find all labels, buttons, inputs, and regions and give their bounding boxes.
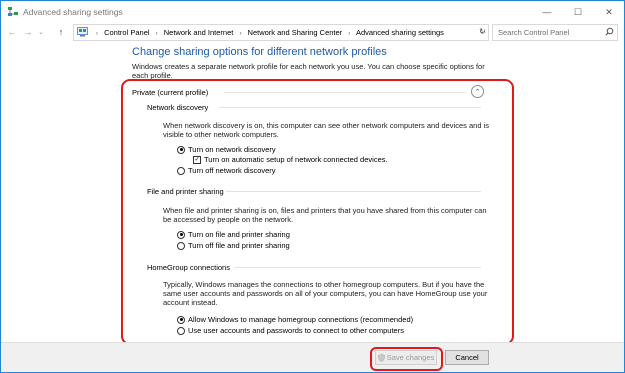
content-area: Change sharing options for different net… [1, 41, 624, 345]
breadcrumb-separator: › [96, 31, 98, 37]
search-icon[interactable] [605, 27, 614, 38]
minimize-button[interactable]: — [532, 1, 562, 23]
highlight-box [121, 79, 514, 345]
window-title: Advanced sharing settings [23, 7, 123, 17]
breadcrumb-separator: › [155, 31, 158, 37]
control-panel-icon [77, 27, 88, 39]
search-box[interactable]: Search Control Panel [492, 24, 618, 41]
window: Advanced sharing settings — ☐ ✕ ← → ⌄ ↑ … [0, 0, 625, 373]
breadcrumb-advanced-sharing-settings[interactable]: Advanced sharing settings [356, 28, 444, 37]
close-button[interactable]: ✕ [594, 1, 624, 23]
breadcrumb-separator: › [348, 31, 351, 37]
title-bar: Advanced sharing settings — ☐ ✕ [1, 1, 624, 23]
address-bar-row: ← → ⌄ ↑ › Control Panel › Network and In… [1, 23, 624, 41]
address-bar[interactable]: › Control Panel › Network and Internet ›… [73, 24, 489, 41]
breadcrumb: › Control Panel › Network and Internet ›… [92, 28, 444, 37]
breadcrumb-network-and-sharing-center[interactable]: Network and Sharing Center [248, 28, 343, 37]
page-title: Change sharing options for different net… [132, 46, 387, 58]
save-highlight-box [370, 347, 443, 371]
intro-text: Windows creates a separate network profi… [132, 62, 485, 80]
back-button[interactable]: ← [5, 25, 19, 39]
footer-bar: Save changes Cancel [1, 342, 624, 372]
breadcrumb-control-panel[interactable]: Control Panel [104, 28, 149, 37]
search-input[interactable]: Search Control Panel [498, 28, 569, 37]
forward-button[interactable]: → [21, 25, 35, 39]
breadcrumb-separator: › [239, 31, 242, 37]
breadcrumb-network-and-internet[interactable]: Network and Internet [164, 28, 234, 37]
recent-locations-button[interactable]: ⌄ [36, 25, 46, 39]
cancel-button[interactable]: Cancel [445, 350, 489, 365]
up-button[interactable]: ↑ [54, 25, 68, 39]
network-icon [7, 6, 19, 19]
maximize-button[interactable]: ☐ [563, 1, 593, 23]
refresh-button[interactable]: ↻ [475, 24, 490, 39]
